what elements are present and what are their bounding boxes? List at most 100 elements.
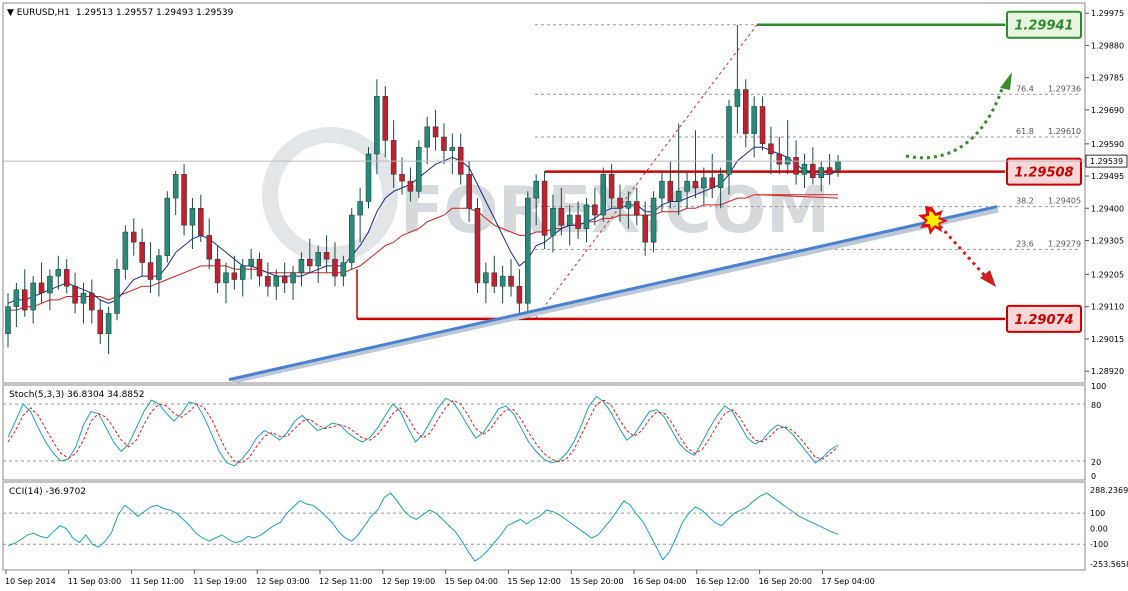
candle-body xyxy=(164,197,171,257)
price-tick-label: 1.29400 xyxy=(1091,204,1124,213)
candle-body xyxy=(516,286,523,304)
candle-body xyxy=(768,143,774,155)
price-tick-label: 1.28920 xyxy=(1091,367,1124,376)
cci-axis-label: 100 xyxy=(1090,509,1105,518)
candle-body xyxy=(734,89,741,107)
candle-body xyxy=(5,306,11,335)
stoch-axis-label: 80 xyxy=(1091,401,1101,410)
candle-body xyxy=(206,235,212,260)
cci-axis-label: 288.2369 xyxy=(1090,486,1128,495)
price-tick-label: 1.29975 xyxy=(1091,9,1124,18)
candle-body xyxy=(424,126,430,148)
time-tick-label: 12 Sep 11:00 xyxy=(319,577,372,586)
candle-body xyxy=(198,208,204,236)
candle-body xyxy=(63,269,70,287)
candle-body xyxy=(474,208,481,284)
candle-body xyxy=(558,208,565,226)
candle-body xyxy=(80,292,87,304)
symbol-header: ▼ EURUSD,H1 1.29513 1.29557 1.29493 1.295… xyxy=(7,8,234,18)
cci-axis-label: -253.5658 xyxy=(1090,560,1128,569)
stoch-axis-label: 0 xyxy=(1091,472,1096,481)
candle-body xyxy=(625,201,632,209)
symbol-label: EURUSD,H1 xyxy=(17,8,70,18)
candle-body xyxy=(290,272,296,284)
candle-body xyxy=(273,275,280,287)
level-label: 1.29508 xyxy=(1014,166,1073,181)
candle-body xyxy=(214,258,221,284)
candle-body xyxy=(667,180,674,202)
candle-body xyxy=(323,252,330,260)
candle-body xyxy=(47,275,53,294)
ohlc-text: 1.29513 1.29557 1.29493 1.29539 xyxy=(76,8,234,18)
candle-body xyxy=(374,96,380,155)
candle-body xyxy=(139,241,145,263)
price-tick-label: 1.29015 xyxy=(1091,335,1124,344)
fib-price-label: 1.29279 xyxy=(1048,239,1081,248)
candle-body xyxy=(650,197,657,243)
time-tick-label: 16 Sep 20:00 xyxy=(759,577,812,586)
chart-svg: FOREX.COM 76.4 1.29736 61.8 1.29610 38.2 1.29… xyxy=(2,2,1128,586)
candle-body xyxy=(608,174,615,199)
candle-body xyxy=(759,106,766,145)
candle-body xyxy=(256,258,263,277)
time-tick-label: 11 Sep 11:00 xyxy=(131,577,184,586)
candle-body xyxy=(441,136,447,151)
candle-body xyxy=(634,201,640,216)
candle-body xyxy=(483,272,489,284)
fib-ratio-label: 38.2 xyxy=(1016,197,1034,206)
candle-body xyxy=(399,174,405,182)
current-price-label: 1.29539 xyxy=(1090,157,1123,166)
candle-body xyxy=(525,197,531,304)
candle-body xyxy=(826,167,833,175)
fib-price-label: 1.29405 xyxy=(1048,197,1081,206)
time-tick-label: 15 Sep 04:00 xyxy=(445,577,498,586)
candle-body xyxy=(105,313,112,335)
price-tick-label: 1.29590 xyxy=(1091,140,1124,149)
time-tick-label: 11 Sep 19:00 xyxy=(193,577,246,586)
candle-body xyxy=(281,275,288,284)
candle-body xyxy=(776,153,783,165)
candle-body xyxy=(726,106,732,175)
candle-body xyxy=(147,262,154,280)
candle-body xyxy=(818,167,824,178)
stoch-axis-label: 100 xyxy=(1091,382,1106,391)
candle-body xyxy=(835,160,841,171)
candle-body xyxy=(390,140,397,175)
candle-body xyxy=(189,208,196,226)
fib-ratio-label: 61.8 xyxy=(1016,127,1034,136)
candle-body xyxy=(701,177,707,189)
candle-body xyxy=(508,275,514,287)
candle-body xyxy=(449,146,456,151)
chart-root: FOREX.COM 76.4 1.29736 61.8 1.29610 38.2 1.29… xyxy=(0,0,1128,591)
candle-body xyxy=(181,174,187,226)
candle-body xyxy=(533,180,539,199)
candle-body xyxy=(592,204,598,216)
candle-body xyxy=(172,174,179,199)
stoch-panel xyxy=(2,384,1086,481)
candle-body xyxy=(709,177,716,189)
time-tick-label: 17 Sep 04:00 xyxy=(821,577,874,586)
candle-body xyxy=(793,157,799,175)
candle-body xyxy=(751,106,757,134)
time-tick-label: 15 Sep 20:00 xyxy=(570,577,623,586)
price-tick-label: 1.29690 xyxy=(1091,106,1124,115)
candle-body xyxy=(575,214,581,229)
time-tick-label: 12 Sep 03:00 xyxy=(256,577,309,586)
candle-body xyxy=(348,214,355,263)
candle-body xyxy=(617,197,623,209)
price-tick-label: 1.29880 xyxy=(1091,41,1124,50)
fib-ratio-label: 76.4 xyxy=(1016,84,1034,93)
candle-body xyxy=(156,255,162,280)
time-tick-label: 10 Sep 2014 xyxy=(5,577,56,586)
time-tick-label: 16 Sep 04:00 xyxy=(633,577,686,586)
candle-body xyxy=(550,208,556,236)
candle-body xyxy=(248,258,254,267)
candle-body xyxy=(265,275,271,287)
candle-body xyxy=(583,204,590,229)
candle-body xyxy=(130,231,137,243)
candle-body xyxy=(743,89,749,134)
collapse-triangle-icon: ▼ xyxy=(7,8,17,18)
candle-body xyxy=(114,269,120,314)
candle-body xyxy=(466,174,472,209)
cci-title: CCI(14) -36.9702 xyxy=(9,487,86,497)
